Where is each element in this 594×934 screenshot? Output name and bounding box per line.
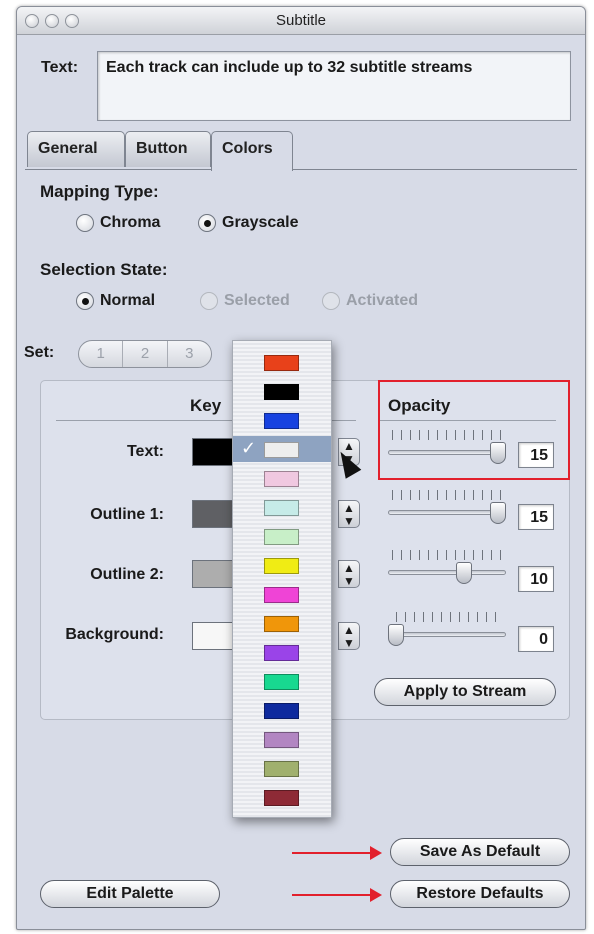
color-menu-item[interactable] xyxy=(233,726,331,752)
text-field-label: Text: xyxy=(41,59,79,76)
color-swatch xyxy=(264,558,299,574)
color-menu-item[interactable] xyxy=(233,523,331,549)
set-segmented-control[interactable]: 1 2 3 xyxy=(78,340,212,368)
annotation-arrow-icon xyxy=(292,888,382,902)
color-swatch xyxy=(264,442,299,458)
color-menu-item[interactable] xyxy=(233,552,331,578)
color-swatch xyxy=(264,471,299,487)
opacity-highlight-box xyxy=(378,380,570,480)
opacity-slider-background[interactable] xyxy=(388,632,506,637)
color-swatch xyxy=(264,732,299,748)
key-column-header: Key xyxy=(190,396,222,415)
radio-off-icon xyxy=(322,292,340,310)
color-menu-item[interactable] xyxy=(233,349,331,375)
color-swatch xyxy=(264,355,299,371)
slider-thumb-icon[interactable] xyxy=(490,502,506,524)
radio-activated[interactable]: Activated xyxy=(322,292,418,310)
tab-general[interactable]: General xyxy=(27,131,125,167)
opacity-field-background[interactable]: 0 xyxy=(518,626,554,652)
opacity-slider-outline-1[interactable] xyxy=(388,510,506,515)
radio-on-icon xyxy=(76,292,94,310)
radio-activated-label: Activated xyxy=(346,292,419,309)
radio-chroma-label: Chroma xyxy=(100,214,161,231)
popup-arrows-icon[interactable]: ▲ ▼ xyxy=(338,622,360,650)
title-bar[interactable]: Subtitle xyxy=(17,7,585,35)
row-label-background: Background: xyxy=(65,626,164,643)
popup-arrows-icon[interactable]: ▲ ▼ xyxy=(338,560,360,588)
color-swatch xyxy=(264,616,299,632)
color-menu-item[interactable] xyxy=(233,755,331,781)
opacity-field-outline-2[interactable]: 10 xyxy=(518,566,554,592)
slider-ticks xyxy=(396,612,504,622)
color-swatch xyxy=(264,587,299,603)
radio-grayscale[interactable]: Grayscale xyxy=(198,214,299,232)
restore-defaults-button[interactable]: Restore Defaults xyxy=(390,880,570,908)
radio-chroma[interactable]: Chroma xyxy=(76,214,160,232)
color-menu-item[interactable] xyxy=(233,697,331,723)
color-menu-item[interactable] xyxy=(233,610,331,636)
slider-ticks xyxy=(392,490,504,500)
color-swatch xyxy=(264,674,299,690)
color-menu-item[interactable] xyxy=(233,378,331,404)
row-label-text: Text: xyxy=(126,443,164,460)
row-label-outline-1: Outline 1: xyxy=(90,506,164,523)
opacity-slider-outline-2[interactable] xyxy=(388,570,506,575)
selection-state-label: Selection State: xyxy=(40,260,168,279)
color-popup-menu: ✓ xyxy=(232,340,332,818)
color-swatch xyxy=(264,645,299,661)
set-option-2[interactable]: 2 xyxy=(122,341,166,367)
subtitle-text-input[interactable]: Each track can include up to 32 subtitle… xyxy=(97,51,571,121)
color-menu-item[interactable] xyxy=(233,581,331,607)
row-label-outline-2: Outline 2: xyxy=(90,566,164,583)
opacity-field-outline-1[interactable]: 15 xyxy=(518,504,554,530)
tab-button[interactable]: Button xyxy=(125,131,211,167)
color-swatch xyxy=(264,384,299,400)
annotation-arrow-icon xyxy=(292,846,382,860)
mapping-type-label: Mapping Type: xyxy=(40,182,159,201)
color-swatch xyxy=(264,761,299,777)
color-menu-item[interactable] xyxy=(233,407,331,433)
radio-normal[interactable]: Normal xyxy=(76,292,155,310)
color-swatch xyxy=(264,413,299,429)
tab-colors[interactable]: Colors xyxy=(211,131,293,171)
radio-off-icon xyxy=(200,292,218,310)
color-menu-item[interactable]: ✓ xyxy=(233,436,331,462)
window-title: Subtitle xyxy=(275,12,327,29)
set-option-3[interactable]: 3 xyxy=(166,341,211,367)
color-menu-item[interactable] xyxy=(233,668,331,694)
color-swatch xyxy=(264,500,299,516)
color-menu-item[interactable] xyxy=(233,465,331,491)
set-label: Set: xyxy=(24,344,55,361)
slider-ticks xyxy=(392,550,504,560)
radio-selected-label: Selected xyxy=(224,292,290,309)
radio-normal-label: Normal xyxy=(100,292,156,309)
color-swatch xyxy=(264,790,299,806)
slider-thumb-icon[interactable] xyxy=(388,624,404,646)
set-option-1[interactable]: 1 xyxy=(79,341,122,367)
color-swatch xyxy=(264,529,299,545)
apply-to-stream-button[interactable]: Apply to Stream xyxy=(374,678,556,706)
color-menu-item[interactable] xyxy=(233,784,331,810)
checkmark-icon: ✓ xyxy=(241,438,257,458)
color-menu-item[interactable] xyxy=(233,494,331,520)
radio-off-icon xyxy=(76,214,94,232)
radio-grayscale-label: Grayscale xyxy=(222,214,299,231)
radio-selected[interactable]: Selected xyxy=(200,292,290,310)
slider-thumb-icon[interactable] xyxy=(456,562,473,584)
radio-on-icon xyxy=(198,214,216,232)
color-swatch xyxy=(264,703,299,719)
edit-palette-button[interactable]: Edit Palette xyxy=(40,880,220,908)
color-menu-item[interactable] xyxy=(233,639,331,665)
popup-arrows-icon[interactable]: ▲ ▼ xyxy=(338,500,360,528)
save-as-default-button[interactable]: Save As Default xyxy=(390,838,570,866)
